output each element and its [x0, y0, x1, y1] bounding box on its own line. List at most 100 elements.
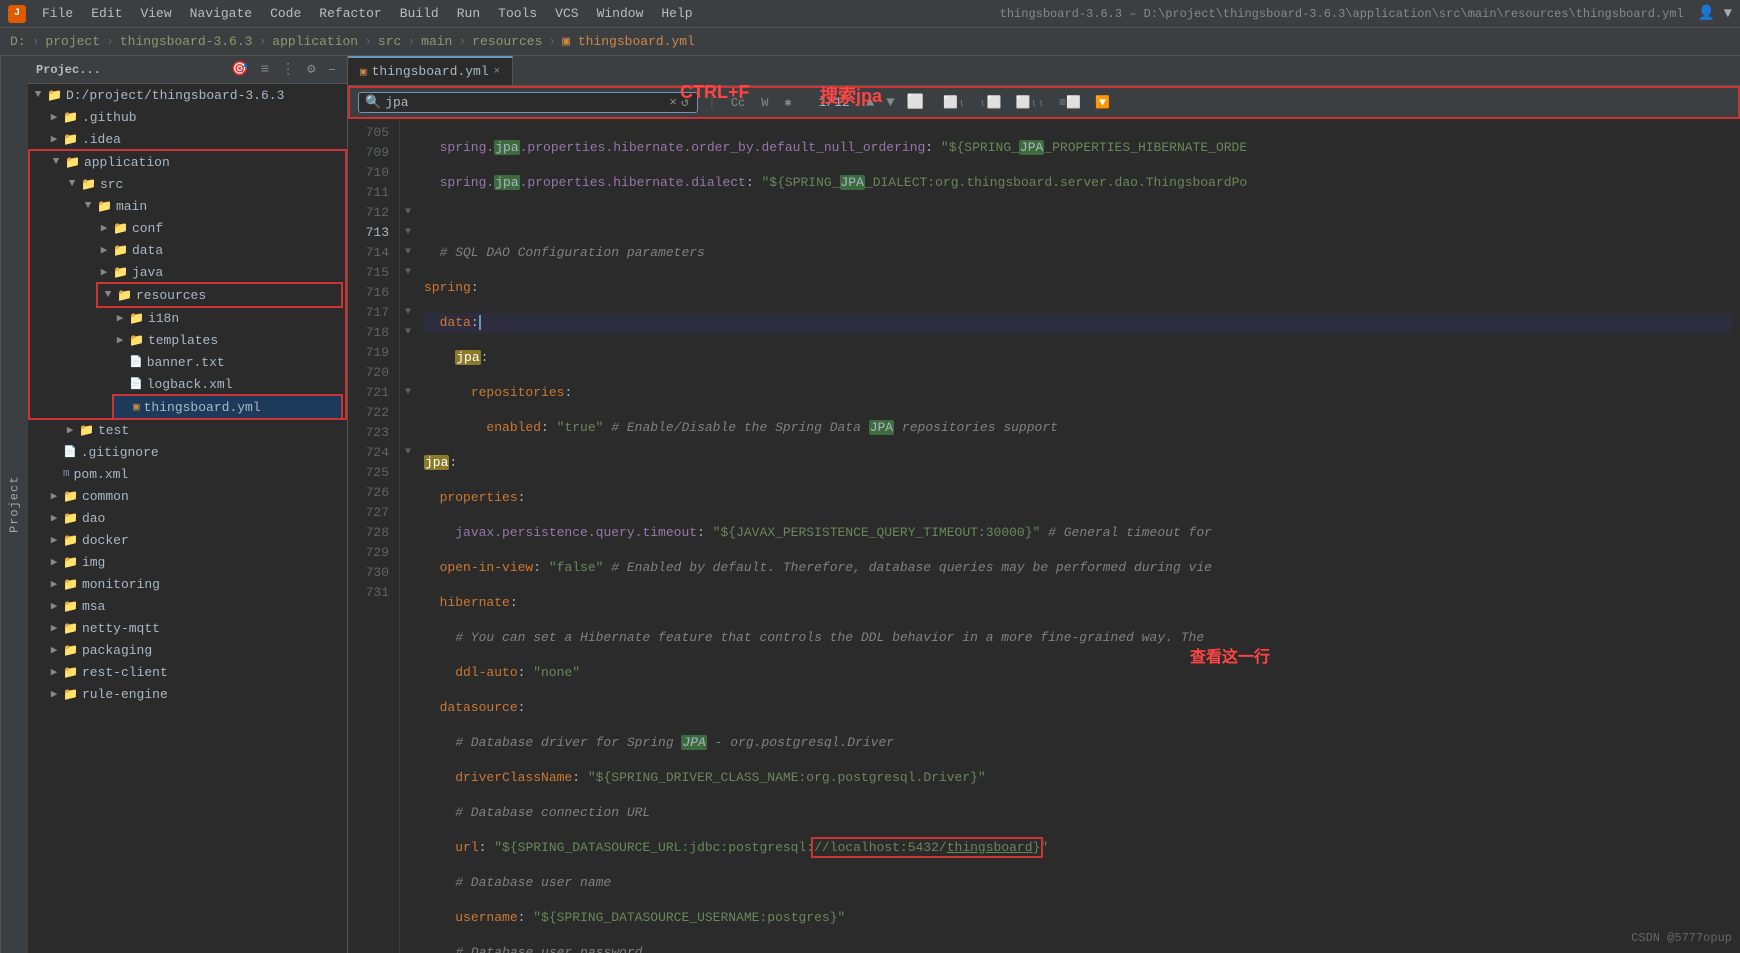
code-editor[interactable]: 705 709 710 711 712 713 714 715 716 717 … — [348, 119, 1740, 953]
tree-expand-icon[interactable]: ⋮ — [278, 60, 298, 79]
tree-item-msa[interactable]: ▶ 📁 msa — [28, 595, 347, 617]
tree-item-img[interactable]: ▶ 📁 img — [28, 551, 347, 573]
folder-icon: 📁 — [63, 489, 78, 504]
tree-item-netty-mqtt[interactable]: ▶ 📁 netty-mqtt — [28, 617, 347, 639]
tree-item-common[interactable]: ▶ 📁 common — [28, 485, 347, 507]
tree-item-github[interactable]: ▶ 📁 .github — [28, 106, 347, 128]
code-line-723: ddl-auto: "none" — [424, 663, 1732, 683]
tree-item-monitoring[interactable]: ▶ 📁 monitoring — [28, 573, 347, 595]
fold-724[interactable]: ▼ — [400, 443, 416, 463]
breadcrumb-item-src[interactable]: src — [378, 34, 401, 49]
fold-715[interactable]: ▼ — [400, 263, 416, 283]
menu-help[interactable]: Help — [653, 4, 700, 23]
breadcrumb-item-main[interactable]: main — [421, 34, 452, 49]
breadcrumb-item-thingsboard[interactable]: thingsboard-3.6.3 — [120, 34, 253, 49]
code-line-720: open-in-view: "false" # Enabled by defau… — [424, 558, 1732, 578]
tree-close-icon[interactable]: – — [325, 61, 339, 79]
tree-collapse-icon[interactable]: ≡ — [258, 61, 272, 79]
folder-icon: 📁 — [63, 577, 78, 592]
menu-tools[interactable]: Tools — [490, 4, 545, 23]
menu-refactor[interactable]: Refactor — [311, 4, 389, 23]
tree-item-test[interactable]: ▶ 📁 test — [28, 419, 347, 441]
tree-item-banner[interactable]: 📄 banner.txt — [30, 351, 345, 373]
search-input[interactable] — [385, 95, 665, 110]
search-tool-1[interactable]: ⬜ₗ — [938, 92, 970, 113]
tab-close-button[interactable]: × — [494, 66, 501, 78]
tree-item-label: netty-mqtt — [82, 621, 160, 636]
search-next-button[interactable]: ▼ — [882, 94, 898, 112]
search-prev-button[interactable]: ▲ — [862, 94, 878, 112]
tree-item-root[interactable]: ▼ 📁 D:/project/thingsboard-3.6.3 — [28, 84, 347, 106]
editor-tab-thingsboard-yml[interactable]: ▣ thingsboard.yml × — [348, 56, 513, 85]
tree-locate-icon[interactable]: 🎯 — [228, 60, 251, 79]
menu-build[interactable]: Build — [392, 4, 447, 23]
search-refresh-button[interactable]: ↺ — [681, 95, 689, 110]
tree-item-gitignore[interactable]: 📄 .gitignore — [28, 441, 347, 463]
tree-item-logback[interactable]: 📄 logback.xml — [30, 373, 345, 395]
search-tool-2[interactable]: ₗ⬜ — [974, 92, 1006, 113]
line-num-719: 719 — [348, 343, 399, 363]
tree-arrow: ▶ — [48, 489, 60, 503]
tree-item-i18n[interactable]: ▶ 📁 i18n — [30, 307, 345, 329]
fold-712[interactable]: ▼ — [400, 203, 416, 223]
search-clear-button[interactable]: × — [669, 95, 677, 110]
breadcrumb-item-resources[interactable]: resources — [472, 34, 542, 49]
tree-item-label: main — [116, 199, 147, 214]
search-whole-word-button[interactable]: W — [756, 94, 773, 112]
tree-item-docker[interactable]: ▶ 📁 docker — [28, 529, 347, 551]
line-num-729: 729 — [348, 543, 399, 563]
breadcrumb-item-application[interactable]: application — [272, 34, 358, 49]
folder-icon: 📁 — [97, 199, 112, 214]
file-icon: 📄 — [129, 377, 143, 391]
tree-settings-icon[interactable]: ⚙ — [304, 60, 318, 79]
fold-714[interactable]: ▼ — [400, 243, 416, 263]
menu-edit[interactable]: Edit — [83, 4, 130, 23]
tree-item-application[interactable]: ▼ 📁 application — [30, 151, 345, 173]
fold-717[interactable]: ▼ — [400, 303, 416, 323]
tree-item-conf[interactable]: ▶ 📁 conf — [30, 217, 345, 239]
menu-file[interactable]: File — [34, 4, 81, 23]
tree-arrow: ▼ — [32, 89, 44, 101]
search-filter-button[interactable]: 🔽 — [1090, 92, 1115, 113]
search-tool-3[interactable]: ⬜ₗₗ — [1010, 92, 1049, 113]
file-icon: 📄 — [63, 445, 77, 459]
fold-713[interactable]: ▼ — [400, 223, 416, 243]
fold-718[interactable]: ▼ — [400, 323, 416, 343]
search-case-sensitive-button[interactable]: Cc — [726, 94, 750, 112]
folder-icon: 📁 — [63, 643, 78, 658]
menu-code[interactable]: Code — [262, 4, 309, 23]
tree-item-main[interactable]: ▼ 📁 main — [30, 195, 345, 217]
tree-item-thingsboard-yml[interactable]: ▣ thingsboard.yml — [114, 396, 341, 418]
tree-item-src[interactable]: ▼ 📁 src — [30, 173, 345, 195]
breadcrumb-item-file[interactable]: ▣ thingsboard.yml — [562, 34, 695, 49]
menu-run[interactable]: Run — [449, 4, 488, 23]
menu-view[interactable]: View — [132, 4, 179, 23]
breadcrumb-item-project[interactable]: project — [45, 34, 100, 49]
search-regex-button[interactable]: ✱ — [779, 93, 796, 112]
tree-item-rest-client[interactable]: ▶ 📁 rest-client — [28, 661, 347, 683]
fold-gutter: ▼ ▼ ▼ ▼ ▼ ▼ ▼ ▼ — [400, 119, 416, 953]
tree-item-idea[interactable]: ▶ 📁 .idea — [28, 128, 347, 150]
menu-window[interactable]: Window — [589, 4, 652, 23]
fold-705 — [400, 123, 416, 143]
tree-item-label: img — [82, 555, 105, 570]
tree-item-data[interactable]: ▶ 📁 data — [30, 239, 345, 261]
tree-item-pom[interactable]: m pom.xml — [28, 463, 347, 485]
tree-item-packaging[interactable]: ▶ 📁 packaging — [28, 639, 347, 661]
fold-721[interactable]: ▼ — [400, 383, 416, 403]
tree-item-rule-engine[interactable]: ▶ 📁 rule-engine — [28, 683, 347, 705]
breadcrumb-item-d[interactable]: D: — [10, 34, 26, 49]
tree-item-dao[interactable]: ▶ 📁 dao — [28, 507, 347, 529]
search-tool-4[interactable]: ≡⬜ — [1054, 92, 1086, 113]
tree-item-templates[interactable]: ▶ 📁 templates — [30, 329, 345, 351]
menu-navigate[interactable]: Navigate — [182, 4, 260, 23]
search-expand-button[interactable]: ⬜ — [903, 93, 928, 112]
menu-vcs[interactable]: VCS — [547, 4, 586, 23]
code-content[interactable]: spring.jpa.properties.hibernate.order_by… — [416, 119, 1740, 953]
file-tree-panel[interactable]: Projec... 🎯 ≡ ⋮ ⚙ – ▼ 📁 D:/project/thing… — [28, 56, 348, 953]
user-icon[interactable]: 👤 ▼ — [1698, 5, 1732, 22]
tree-item-resources[interactable]: ▼ 📁 resources — [98, 284, 341, 306]
tree-item-java[interactable]: ▶ 📁 java — [30, 261, 345, 283]
fold-722 — [400, 403, 416, 423]
file-icon: ▣ — [133, 400, 140, 414]
